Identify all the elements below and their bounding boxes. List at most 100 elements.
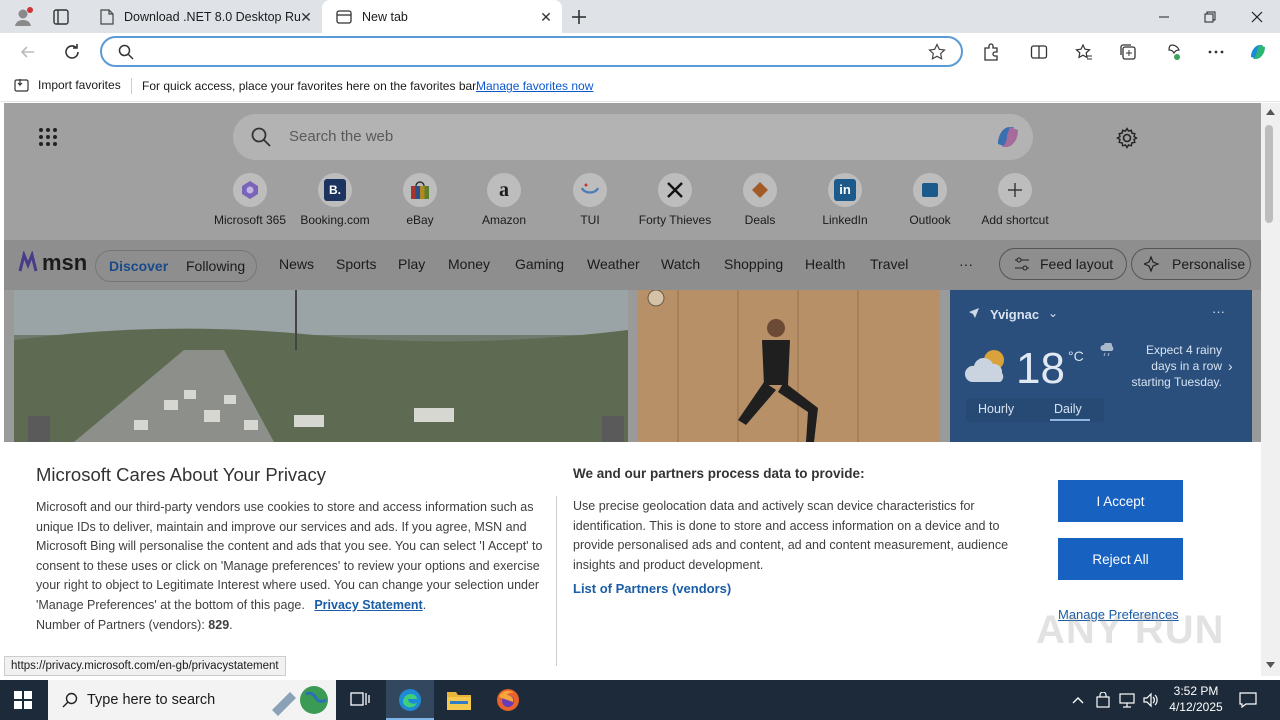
more-nav-icon[interactable]: ··· xyxy=(959,256,973,272)
web-search-box[interactable]: Search the web xyxy=(233,114,1033,160)
task-view-icon[interactable] xyxy=(350,690,370,710)
shortcut-linkedin[interactable]: in LinkedIn xyxy=(805,173,885,227)
nav-sports[interactable]: Sports xyxy=(336,256,376,272)
linkedin-icon: in xyxy=(828,173,862,207)
favorites-icon[interactable] xyxy=(1072,40,1096,64)
taskbar-search-box[interactable]: Type here to search xyxy=(48,680,336,720)
firefox-icon[interactable] xyxy=(496,688,520,712)
page-settings-gear-icon[interactable] xyxy=(1116,127,1138,149)
tab-daily[interactable]: Daily xyxy=(1054,402,1082,416)
windows-taskbar: Type here to search 3:52 PM 4/12/2025 xyxy=(0,680,1280,720)
notifications-icon[interactable] xyxy=(1238,690,1258,710)
chevron-down-icon[interactable]: ⌄ xyxy=(1048,306,1058,320)
search-highlight-icon xyxy=(268,682,332,718)
chevron-right-icon[interactable]: › xyxy=(1228,358,1233,374)
address-bar[interactable] xyxy=(100,36,963,67)
import-icon xyxy=(14,78,30,92)
msn-nav-bar: msn Discover Following News Sports Play … xyxy=(4,240,1261,290)
weather-card[interactable]: Yvignac ⌄ ··· 18 °C Expect 4 rainy days … xyxy=(950,290,1252,442)
new-tab-button[interactable] xyxy=(568,6,590,28)
shortcut-tui[interactable]: TUI xyxy=(550,173,630,227)
copilot-icon[interactable] xyxy=(1246,40,1270,64)
profile-icon[interactable] xyxy=(12,6,34,28)
taskbar-edge-button[interactable] xyxy=(386,680,434,720)
nav-money[interactable]: Money xyxy=(448,256,490,272)
shortcut-add[interactable]: Add shortcut xyxy=(975,173,1055,227)
deals-icon xyxy=(743,173,777,207)
tab-discover[interactable]: Discover xyxy=(109,258,168,274)
accept-button[interactable]: I Accept xyxy=(1058,480,1183,522)
close-tab-icon[interactable]: ✕ xyxy=(298,9,314,25)
extensions-icon[interactable] xyxy=(979,40,1003,64)
nav-gaming[interactable]: Gaming xyxy=(515,256,564,272)
network-icon[interactable] xyxy=(1117,690,1137,710)
shortcut-microsoft-365[interactable]: Microsoft 365 xyxy=(210,173,290,227)
close-tab-icon[interactable]: ✕ xyxy=(538,9,554,25)
tab-title: Download .NET 8.0 Desktop Runt xyxy=(124,9,300,24)
nav-health[interactable]: Health xyxy=(805,256,845,272)
import-favorites-button[interactable]: Import favorites xyxy=(14,78,121,92)
refresh-icon[interactable] xyxy=(60,40,84,64)
feed-layout-button[interactable]: Feed layout xyxy=(999,248,1127,280)
nav-shopping[interactable]: Shopping xyxy=(724,256,783,272)
back-icon[interactable] xyxy=(16,40,40,64)
collections-icon[interactable] xyxy=(1116,40,1140,64)
clock-time: 3:52 PM xyxy=(1173,684,1219,698)
restore-button[interactable] xyxy=(1187,0,1233,33)
close-window-button[interactable] xyxy=(1234,0,1280,33)
shortcut-forty-thieves[interactable]: Forty Thieves xyxy=(635,173,715,227)
tab-new-tab[interactable]: New tab ✕ xyxy=(322,0,562,33)
microsoft-365-icon xyxy=(233,173,267,207)
reject-all-button[interactable]: Reject All xyxy=(1058,538,1183,580)
list-of-partners-link[interactable]: List of Partners (vendors) xyxy=(573,581,731,596)
manage-favorites-link[interactable]: Manage favorites now xyxy=(476,79,593,93)
favorite-star-icon[interactable] xyxy=(928,43,946,61)
nav-travel[interactable]: Travel xyxy=(870,256,908,272)
tab-following[interactable]: Following xyxy=(186,258,245,274)
vertical-scrollbar[interactable] xyxy=(1261,103,1280,676)
msn-logo[interactable]: msn xyxy=(16,250,87,276)
tab-dotnet-download[interactable]: Download .NET 8.0 Desktop Runt ✕ xyxy=(86,0,322,33)
file-explorer-icon[interactable] xyxy=(446,689,472,711)
volume-icon[interactable] xyxy=(1141,690,1161,710)
show-hidden-icons-chevron[interactable] xyxy=(1068,690,1088,710)
scroll-thumb[interactable] xyxy=(1265,125,1273,223)
minimize-button[interactable] xyxy=(1141,0,1187,33)
weather-unit[interactable]: °C xyxy=(1068,348,1084,364)
nav-play[interactable]: Play xyxy=(398,256,425,272)
settings-more-icon[interactable] xyxy=(1204,40,1228,64)
news-card-fitness[interactable] xyxy=(638,290,940,442)
copilot-icon[interactable] xyxy=(993,122,1023,152)
favorites-hint: For quick access, place your favorites h… xyxy=(142,79,479,93)
system-clock[interactable]: 3:52 PM 4/12/2025 xyxy=(1166,683,1226,715)
shortcut-outlook[interactable]: Outlook xyxy=(890,173,970,227)
apps-launcher-icon[interactable] xyxy=(38,127,58,147)
address-input[interactable] xyxy=(142,42,902,62)
nav-weather[interactable]: Weather xyxy=(587,256,640,272)
active-tab-indicator xyxy=(1050,419,1090,421)
split-screen-icon[interactable] xyxy=(1027,40,1051,64)
nav-watch[interactable]: Watch xyxy=(661,256,700,272)
windows-start-icon[interactable] xyxy=(14,691,32,709)
privacy-statement-link[interactable]: Privacy Statement xyxy=(314,598,422,612)
shortcut-amazon[interactable]: a Amazon xyxy=(464,173,544,227)
shortcut-ebay[interactable]: eBay xyxy=(380,173,460,227)
shortcut-deals[interactable]: Deals xyxy=(720,173,800,227)
shortcut-label: Add shortcut xyxy=(981,213,1049,227)
more-options-icon[interactable]: ··· xyxy=(1212,304,1225,319)
weather-location[interactable]: Yvignac xyxy=(990,307,1039,322)
personalise-label: Personalise xyxy=(1172,256,1246,272)
shortcut-booking[interactable]: B. Booking.com xyxy=(295,173,375,227)
tab-hourly[interactable]: Hourly xyxy=(978,402,1014,416)
shortcut-label: eBay xyxy=(406,213,434,227)
personalise-button[interactable]: Personalise xyxy=(1131,248,1251,280)
news-card-traffic[interactable] xyxy=(14,290,628,442)
scroll-up-icon[interactable] xyxy=(1266,109,1275,115)
partners-label: Number of Partners (vendors): xyxy=(36,617,205,632)
browser-essentials-icon[interactable] xyxy=(1160,40,1184,64)
msn-butterfly-icon xyxy=(18,251,38,272)
nav-news[interactable]: News xyxy=(279,256,314,272)
tab-actions-icon[interactable] xyxy=(52,8,70,26)
security-tray-icon[interactable] xyxy=(1093,690,1113,710)
scroll-down-icon[interactable] xyxy=(1266,662,1275,668)
